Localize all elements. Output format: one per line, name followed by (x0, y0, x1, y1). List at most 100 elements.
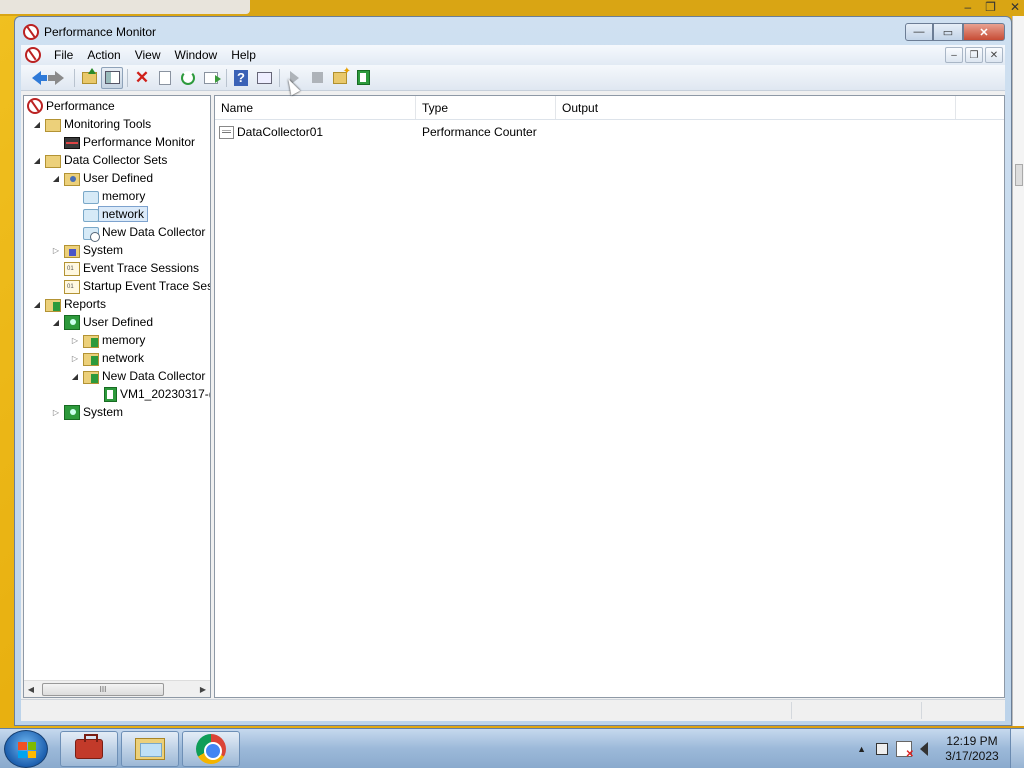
tree-item-data-collector-sets[interactable]: Data Collector Sets (32, 151, 167, 169)
export-list-button[interactable] (200, 67, 222, 89)
tree-item-startup-event-trace-sessions[interactable]: Startup Event Trace Ses (64, 277, 210, 295)
forward-button[interactable] (47, 67, 70, 89)
console-tree[interactable]: Performance Monitoring Tools Performance… (23, 95, 211, 698)
expander-open-icon[interactable] (70, 372, 80, 381)
console-system-menu-icon[interactable] (25, 47, 41, 63)
column-header-name[interactable]: Name (215, 96, 416, 119)
child-restore-button[interactable]: ❐ (965, 47, 983, 63)
item-type: Performance Counter (422, 125, 537, 139)
tree-item-label: New Data Collector (102, 225, 206, 239)
scroll-right-icon[interactable]: ▶ (196, 685, 210, 694)
background-close-icon: ✕ (1009, 0, 1020, 14)
background-window-scrollbar (1012, 16, 1024, 726)
background-window-tab (0, 0, 250, 14)
details-pane[interactable]: Name Type Output DataCollector01 Perform… (214, 95, 1005, 698)
list-header: Name Type Output (215, 96, 1004, 120)
maximize-button[interactable]: ▭ (933, 23, 963, 41)
expander-open-icon[interactable] (32, 120, 42, 129)
expander-open-icon[interactable] (51, 174, 61, 183)
expander-open-icon[interactable] (32, 300, 42, 309)
folder-icon (45, 154, 61, 168)
expander-open-icon[interactable] (51, 318, 61, 327)
child-minimize-button[interactable]: – (945, 47, 963, 63)
report-user-icon (64, 405, 80, 420)
properties-icon (159, 70, 171, 85)
show-hidden-icons-button[interactable]: ▲ (857, 744, 866, 754)
latest-report-button[interactable] (352, 67, 374, 89)
expander-closed-icon[interactable] (51, 246, 61, 255)
column-header-type[interactable]: Type (416, 96, 556, 119)
volume-icon[interactable] (920, 742, 928, 756)
tree-item-reports-user-defined[interactable]: User Defined (51, 313, 153, 331)
list-item[interactable]: DataCollector01 Performance Counter (215, 122, 1004, 142)
delete-button[interactable]: ✕ (131, 67, 153, 89)
menu-help[interactable]: Help (224, 45, 263, 65)
stop-button[interactable] (306, 67, 328, 89)
network-icon[interactable] (876, 743, 888, 755)
performance-app-icon[interactable] (23, 24, 39, 40)
taskbar-toolbox-button[interactable] (60, 731, 118, 767)
menu-action[interactable]: Action (80, 45, 127, 65)
minimize-button[interactable]: — (905, 23, 933, 41)
properties-button[interactable] (154, 67, 176, 89)
scroll-track[interactable]: III (38, 682, 196, 697)
action-center-icon[interactable] (896, 741, 914, 760)
tree-item-user-defined[interactable]: User Defined (51, 169, 153, 187)
expander-closed-icon[interactable] (70, 336, 80, 345)
show-hide-action-pane-button[interactable] (253, 67, 275, 89)
tree-item-performance[interactable]: Performance (27, 97, 115, 115)
tree-horizontal-scrollbar[interactable]: ◀ III ▶ (24, 680, 210, 697)
window-client-area: File Action View Window Help – ❐ ✕ ✕ ? ✦… (21, 45, 1005, 721)
window-titlebar[interactable]: Performance Monitor — ▭ ✕ (15, 17, 1011, 45)
column-header-output[interactable]: Output (556, 96, 956, 119)
expander-open-icon[interactable] (32, 156, 42, 165)
tree-item-report-vm1[interactable]: VM1_20230317-( (104, 385, 211, 403)
child-close-button[interactable]: ✕ (985, 47, 1003, 63)
tree-item-performance-monitor[interactable]: Performance Monitor (64, 133, 195, 151)
background-restore-icon: ❐ (985, 0, 996, 14)
expander-closed-icon[interactable] (51, 408, 61, 417)
menu-view[interactable]: View (128, 45, 168, 65)
tree-item-system[interactable]: System (51, 241, 123, 259)
tree-item-memory[interactable]: memory (83, 187, 145, 205)
help-button[interactable]: ? (230, 67, 252, 89)
report-folder-icon (45, 298, 61, 312)
back-icon (31, 70, 47, 85)
tree-item-monitoring-tools[interactable]: Monitoring Tools (32, 115, 151, 133)
taskbar-chrome-button[interactable] (182, 731, 240, 767)
expander-closed-icon[interactable] (70, 354, 80, 363)
scroll-thumb[interactable]: III (42, 682, 164, 696)
tree-item-reports-system[interactable]: System (51, 403, 123, 421)
new-data-collector-set-button[interactable] (329, 66, 351, 89)
menu-window[interactable]: Window (168, 45, 225, 65)
close-button[interactable]: ✕ (963, 23, 1005, 41)
clock[interactable]: 12:19 PM 3/17/2023 (942, 734, 1002, 764)
scroll-left-icon[interactable]: ◀ (24, 685, 38, 694)
tree-item-event-trace-sessions[interactable]: Event Trace Sessions (64, 259, 199, 277)
taskbar-explorer-button[interactable] (121, 731, 179, 767)
tree-item-reports-new-data-collector[interactable]: New Data Collector (70, 367, 205, 385)
tree-item-reports-memory[interactable]: memory (70, 331, 145, 349)
status-segment (791, 702, 921, 719)
report-folder-icon (83, 352, 99, 366)
back-button[interactable] (25, 67, 47, 89)
up-one-level-button[interactable] (78, 67, 100, 89)
folder-icon (45, 118, 61, 132)
refresh-button[interactable] (177, 67, 199, 89)
show-desktop-button[interactable] (1010, 729, 1024, 768)
show-hide-tree-button[interactable] (101, 66, 123, 89)
monitor-icon (64, 137, 80, 149)
chrome-icon (196, 734, 226, 764)
tree-item-reports[interactable]: Reports (32, 295, 106, 313)
tree-item-network[interactable]: network (83, 205, 149, 223)
tree-item-label-selected: network (98, 206, 149, 222)
tree-item-label: VM1_20230317-( (120, 387, 211, 401)
start-button[interactable] (4, 730, 48, 768)
menu-file[interactable]: File (47, 45, 80, 65)
data-collector-set-icon (83, 208, 99, 222)
tree-item-reports-network[interactable]: network (70, 349, 144, 367)
trace-icon (64, 279, 80, 294)
windows-explorer-icon (135, 738, 165, 760)
tree-item-label: Event Trace Sessions (83, 261, 200, 275)
tree-item-new-data-collector[interactable]: New Data Collector (83, 223, 206, 242)
